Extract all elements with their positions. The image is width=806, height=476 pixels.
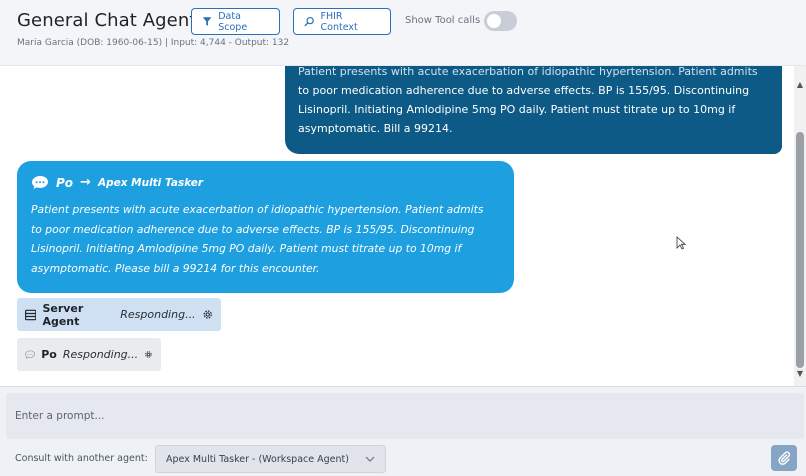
status-agent-name: Server Agent: [42, 301, 84, 328]
user-message-line: asymptomatic. Bill a 99214.: [298, 122, 453, 135]
status-state: Responding...: [120, 308, 196, 321]
user-message-bubble: Patient presents with acute exacerbation…: [285, 66, 782, 154]
patient-token-info: Maria Garcia (DOB: 1960-06-15) | Input: …: [17, 38, 290, 48]
server-icon: [25, 309, 37, 320]
filter-icon: [202, 17, 212, 26]
agent-message-line: asymptomatic. Please bill a 99214 for th…: [31, 261, 320, 275]
page-title: General Chat Agent: [17, 10, 197, 31]
gear-icon: [145, 351, 152, 358]
scroll-up-icon[interactable]: ▲: [796, 80, 804, 90]
attach-button[interactable]: [771, 445, 797, 471]
gear-icon: [203, 310, 212, 319]
fhir-context-label: FHIR Context: [320, 10, 358, 33]
user-message-line: to poor medication adherence due to adve…: [298, 84, 750, 97]
po-agent-status: Po Responding...: [17, 338, 161, 371]
agent-message-line: Patient presents with acute exacerbation…: [31, 203, 484, 216]
chat-scrollbar[interactable]: ▲ ▼: [794, 66, 806, 386]
show-tool-calls-toggle[interactable]: [484, 11, 517, 31]
consult-agent-value: Apex Multi Tasker - (Workspace Agent): [166, 453, 349, 465]
agent-message-header: Po → Apex Multi Tasker: [31, 175, 500, 190]
paperclip-icon: [778, 451, 791, 465]
composer: Consult with another agent: Apex Multi T…: [0, 386, 806, 476]
search-icon: [304, 16, 314, 27]
user-message-line: Patient presents with acute exacerbation…: [298, 66, 758, 78]
message-recipient: Apex Multi Tasker: [97, 176, 204, 189]
mouse-cursor-icon: [676, 236, 686, 250]
server-agent-status: Server Agent Responding...: [17, 298, 221, 331]
data-scope-button[interactable]: Data Scope: [191, 8, 280, 35]
agent-message-line: to poor medication adherence due to adve…: [31, 222, 475, 236]
message-sender: Po: [56, 175, 74, 190]
chevron-down-icon: [365, 456, 375, 462]
fhir-context-button[interactable]: FHIR Context: [293, 8, 391, 35]
status-agent-name: Po: [41, 348, 57, 361]
chat-area: Patient presents with acute exacerbation…: [0, 66, 806, 386]
consult-label: Consult with another agent:: [15, 453, 148, 464]
prompt-input[interactable]: [6, 393, 804, 439]
toggle-knob: [487, 14, 501, 28]
agent-message-line: Lisinopril. Initiating Amlodipine 5mg PO…: [31, 242, 462, 255]
status-state: Responding...: [62, 348, 139, 361]
show-tool-calls-label: Show Tool calls: [405, 15, 481, 26]
agent-message-text: Patient presents with acute exacerbation…: [31, 200, 500, 278]
scroll-down-icon[interactable]: ▼: [796, 369, 804, 379]
data-scope-label: Data Scope: [218, 10, 248, 33]
chat-bubble-icon: [32, 176, 48, 189]
header-bar: General Chat Agent Maria Garcia (DOB: 19…: [0, 0, 806, 66]
user-message-line: Lisinopril. Initiating Amlodipine 5mg PO…: [298, 103, 736, 116]
consult-agent-select[interactable]: Apex Multi Tasker - (Workspace Agent): [155, 445, 386, 473]
arrow-right-icon: →: [80, 175, 91, 190]
scrollbar-thumb[interactable]: [796, 132, 804, 368]
chat-bubble-icon: [25, 350, 36, 359]
agent-message-bubble: Po → Apex Multi Tasker Patient presents …: [17, 161, 514, 293]
